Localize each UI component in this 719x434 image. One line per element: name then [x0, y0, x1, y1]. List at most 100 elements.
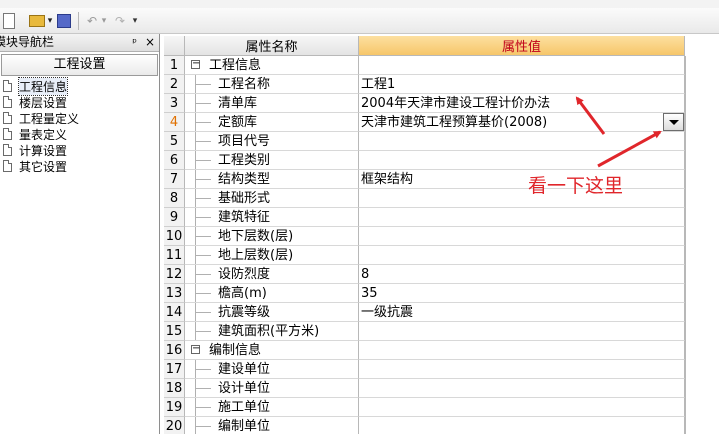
property-row[interactable]: 20 编制单位 [164, 417, 719, 434]
property-name-cell[interactable]: 地下层数(层) [185, 227, 359, 246]
property-row[interactable]: 15 建筑面积(平方米) [164, 322, 719, 341]
close-icon[interactable]: × [145, 34, 155, 51]
nav-section-header[interactable]: 工程设置 [1, 54, 158, 76]
nav-item-label: 计算设置 [19, 143, 68, 158]
property-name-cell[interactable]: 清单库 [185, 94, 359, 113]
redo-dropdown-icon[interactable]: ▾ [130, 13, 140, 29]
property-name-cell[interactable]: 设防烈度 [185, 265, 359, 284]
row-number: 19 [164, 398, 185, 417]
property-name-cell[interactable]: 基础形式 [185, 189, 359, 208]
nav-panel-title: 模块导航栏 [0, 35, 55, 49]
redo-icon[interactable]: ↷ [114, 13, 126, 29]
property-name-cell[interactable]: − 编制信息 [185, 341, 359, 360]
nav-item[interactable]: 楼层设置 [0, 94, 159, 110]
property-value-cell[interactable]: 2004年天津市建设工程计价办法 [359, 94, 685, 113]
property-row[interactable]: 2 工程名称 工程1 [164, 75, 719, 94]
property-name-cell[interactable]: 建筑面积(平方米) [185, 322, 359, 341]
tree-branch [195, 369, 211, 370]
property-name-cell[interactable]: 编制单位 [185, 417, 359, 434]
property-value-cell[interactable]: 工程1 [359, 75, 685, 94]
property-row[interactable]: 14 抗震等级 一级抗震 [164, 303, 719, 322]
nav-item[interactable]: 工程信息 [0, 76, 159, 96]
pin-icon[interactable]: ᵖ [132, 34, 137, 51]
property-name-cell[interactable]: 施工单位 [185, 398, 359, 417]
property-value-cell[interactable]: 一级抗震 [359, 303, 685, 322]
property-value-cell[interactable] [359, 341, 685, 360]
property-row[interactable]: 9 建筑特征 [164, 208, 719, 227]
tree-branch [195, 255, 211, 256]
property-value-cell[interactable] [359, 56, 685, 75]
annotation-text: 看一下这里 [528, 175, 624, 197]
new-file-icon[interactable] [3, 13, 15, 29]
property-row[interactable]: 5 项目代号 [164, 132, 719, 151]
save-icon[interactable] [57, 14, 71, 28]
property-value-cell[interactable]: 35 [359, 284, 685, 303]
property-value-cell[interactable] [359, 189, 685, 208]
property-name: 抗震等级 [218, 305, 271, 320]
property-row[interactable]: 19 施工单位 [164, 398, 719, 417]
property-name-cell[interactable]: 抗震等级 [185, 303, 359, 322]
property-value-cell[interactable] [359, 360, 685, 379]
document-icon [3, 96, 12, 108]
document-icon [3, 160, 12, 172]
property-value-cell[interactable] [359, 227, 685, 246]
property-row[interactable]: 7 结构类型 框架结构 [164, 170, 719, 189]
property-name: 清单库 [218, 96, 258, 111]
quota-library-dropdown-button[interactable] [663, 113, 684, 131]
property-name: 工程名称 [218, 77, 271, 92]
group-row[interactable]: 1− 工程信息 [164, 56, 719, 75]
property-name-cell[interactable]: 工程类别 [185, 151, 359, 170]
property-name-cell[interactable]: 建筑特征 [185, 208, 359, 227]
property-value-cell[interactable] [359, 379, 685, 398]
nav-item[interactable]: 其它设置 [0, 158, 159, 174]
row-number: 10 [164, 227, 185, 246]
collapse-icon[interactable]: − [191, 344, 200, 354]
property-name-cell[interactable]: − 工程信息 [185, 56, 359, 75]
property-row[interactable]: 4 定额库 天津市建筑工程预算基价(2008) [164, 113, 719, 132]
property-name-cell[interactable]: 檐高(m) [185, 284, 359, 303]
property-name-cell[interactable]: 地上层数(层) [185, 246, 359, 265]
property-value-cell[interactable]: 框架结构 [359, 170, 685, 189]
property-name-cell[interactable]: 结构类型 [185, 170, 359, 189]
column-header-property-name[interactable]: 属性名称 [185, 36, 359, 56]
tree-branch [195, 103, 211, 104]
group-row[interactable]: 16− 编制信息 [164, 341, 719, 360]
property-row[interactable]: 3 清单库 2004年天津市建设工程计价办法 [164, 94, 719, 113]
property-value-cell[interactable]: 8 [359, 265, 685, 284]
property-row[interactable]: 8 基础形式 [164, 189, 719, 208]
property-name: 基础形式 [218, 191, 271, 206]
property-name-cell[interactable]: 工程名称 [185, 75, 359, 94]
nav-item-list: 工程信息 楼层设置 工程量定义 量表定义 计算设置 其它设置 [0, 76, 159, 174]
property-name-cell[interactable]: 建设单位 [185, 360, 359, 379]
property-name-cell[interactable]: 设计单位 [185, 379, 359, 398]
column-header-property-value[interactable]: 属性值 [359, 36, 685, 56]
undo-dropdown-icon[interactable]: ▾ [100, 13, 108, 29]
property-row[interactable]: 18 设计单位 [164, 379, 719, 398]
nav-item-label: 量表定义 [19, 127, 68, 142]
nav-item[interactable]: 工程量定义 [0, 110, 159, 126]
property-row[interactable]: 10 地下层数(层) [164, 227, 719, 246]
property-name-cell[interactable]: 项目代号 [185, 132, 359, 151]
property-value-cell[interactable] [359, 208, 685, 227]
property-name: 地下层数(层) [218, 229, 294, 244]
property-value-cell[interactable] [359, 132, 685, 151]
property-row[interactable]: 13 檐高(m) 35 [164, 284, 719, 303]
open-folder-icon[interactable] [29, 15, 45, 27]
property-value-cell[interactable] [359, 151, 685, 170]
undo-icon[interactable]: ↶ [86, 13, 98, 29]
property-value-cell[interactable]: 天津市建筑工程预算基价(2008) [359, 113, 685, 132]
property-name: 编制单位 [218, 419, 271, 434]
property-value-cell[interactable] [359, 398, 685, 417]
open-dropdown-icon[interactable]: ▾ [46, 13, 54, 29]
property-row[interactable]: 17 建设单位 [164, 360, 719, 379]
nav-item[interactable]: 计算设置 [0, 142, 159, 158]
nav-item[interactable]: 量表定义 [0, 126, 159, 142]
property-name-cell[interactable]: 定额库 [185, 113, 359, 132]
property-row[interactable]: 6 工程类别 [164, 151, 719, 170]
property-row[interactable]: 12 设防烈度 8 [164, 265, 719, 284]
property-row[interactable]: 11 地上层数(层) [164, 246, 719, 265]
property-value-cell[interactable] [359, 246, 685, 265]
collapse-icon[interactable]: − [191, 59, 200, 69]
property-value-cell[interactable] [359, 417, 685, 434]
property-value-cell[interactable] [359, 322, 685, 341]
